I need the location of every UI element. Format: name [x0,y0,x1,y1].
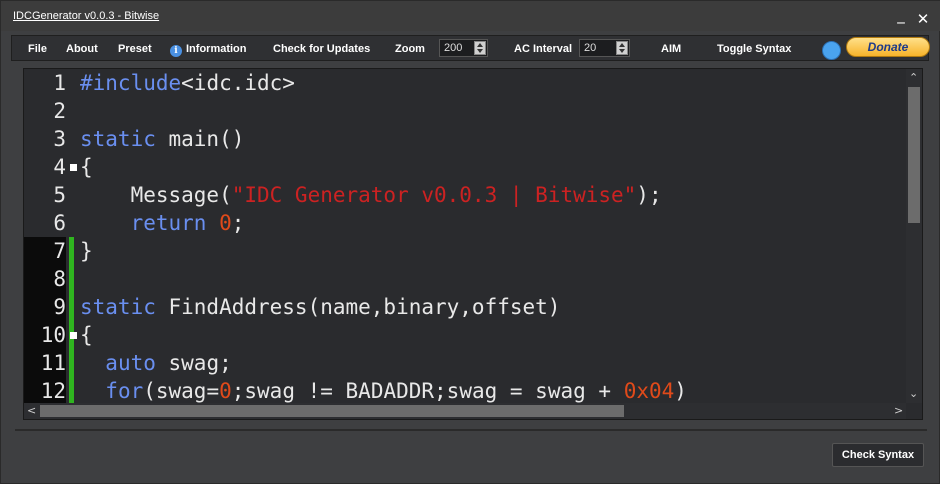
change-marker [69,293,74,321]
app-window: IDCGenerator v0.0.3 - Bitwise _ ✕ File A… [0,0,940,484]
line-number: 9 [24,293,66,321]
menu-check-updates[interactable]: Check for Updates [273,43,370,55]
code-token: Message( [80,183,232,207]
code-token: ; [231,211,245,235]
ac-down-arrow-icon[interactable] [619,49,625,53]
change-marker [69,377,74,405]
change-marker [69,265,74,293]
zoom-stepper[interactable]: 200 [439,39,488,57]
menu-preset[interactable]: Preset [118,43,152,55]
code-token: "IDC Generator v0.0.3 | Bitwise" [231,183,637,207]
line-number: 12 [24,377,66,405]
code-token: 0 [219,379,232,403]
line-number: 2 [53,99,66,123]
code-token: auto [105,351,156,375]
zoom-value[interactable]: 200 [444,42,462,54]
code-token: <idc.idc> [181,71,295,95]
code-line[interactable]: { [80,153,93,181]
code-line[interactable]: return 0; [80,209,245,237]
horizontal-scroll-thumb[interactable] [40,405,624,417]
change-marker [69,349,74,377]
code-editor[interactable]: 1 2 3 4 5 6 7 8 9 10 11 12 #include<idc.… [23,68,923,420]
code-token: return [130,211,207,235]
line-number: 6 [53,211,66,235]
menu-file[interactable]: File [28,43,47,55]
code-token: #include [80,71,182,95]
scroll-left-icon[interactable]: < [27,404,36,417]
code-line[interactable]: { [80,321,93,349]
menu-information-label: Information [186,43,247,55]
check-syntax-button[interactable]: Check Syntax [832,443,924,467]
scroll-right-icon[interactable]: > [894,404,903,417]
line-number: 1 [53,71,66,95]
info-icon: i [170,45,182,57]
zoom-up-arrow-icon[interactable] [477,43,483,47]
vertical-scroll-thumb[interactable] [908,87,920,223]
toggle-syntax-label[interactable]: Toggle Syntax [717,43,791,55]
vertical-scrollbar[interactable]: ⌃ ⌄ [906,69,922,405]
code-line[interactable]: Message("IDC Generator v0.0.3 | Bitwise"… [80,181,662,209]
code-token: for [105,379,144,403]
minimize-button[interactable]: _ [893,7,909,23]
code-token: } [80,239,93,263]
ac-interval-label: AC Interval [514,43,573,55]
line-number: 3 [53,127,66,151]
line-number: 10 [24,321,66,349]
menu-aim[interactable]: AIM [661,43,681,55]
fold-marker-icon[interactable] [70,332,77,339]
code-line[interactable]: static FindAddress(name,binary,offset) [80,293,560,321]
title-bar: IDCGenerator v0.0.3 - Bitwise _ ✕ [1,1,940,31]
code-line[interactable]: } [80,237,93,265]
zoom-label: Zoom [395,43,425,55]
ac-up-arrow-icon[interactable] [619,43,625,47]
change-marker [69,237,74,265]
ac-interval-value[interactable]: 20 [584,42,596,54]
menu-bar: File About Preset i Information Check for… [11,35,930,61]
line-number: 11 [24,349,66,377]
code-line[interactable]: auto swag; [80,349,232,377]
code-token: (swag= [143,379,220,403]
code-line[interactable]: for(swag=0;swag != BADADDR;swag = swag +… [80,377,687,405]
line-number: 7 [24,237,66,265]
code-token: ;swag != BADADDR;swag = swag + [231,379,624,403]
code-line[interactable]: static main() [80,125,244,153]
line-number: 4 [53,155,66,179]
code-token: { [80,323,93,347]
code-token: static [80,127,156,151]
scroll-corner [906,403,922,419]
menu-information[interactable]: i Information [170,43,247,57]
ac-interval-stepper[interactable]: 20 [579,39,630,57]
code-line[interactable]: #include<idc.idc> [80,69,295,97]
line-number-gutter: 1 2 3 4 5 6 7 8 9 10 11 12 [24,69,77,405]
code-token: 0 [219,211,232,235]
close-button[interactable]: ✕ [915,11,931,27]
donate-button[interactable]: Donate [846,37,930,57]
code-token: swag; [155,351,232,375]
line-number: 8 [24,265,66,293]
fold-marker-icon[interactable] [70,164,77,171]
code-text[interactable]: #include<idc.idc> static main(){ Message(… [80,69,910,405]
code-token: ) [674,379,687,403]
ac-interval-spin-arrows[interactable] [616,41,628,55]
code-token: main() [155,127,245,151]
line-number: 5 [53,183,66,207]
horizontal-scrollbar[interactable]: < > [24,403,908,419]
window-title: IDCGenerator v0.0.3 - Bitwise [13,10,160,22]
code-token: FindAddress(name,binary,offset) [155,295,561,319]
divider [15,429,927,431]
zoom-spin-arrows[interactable] [474,41,486,55]
zoom-down-arrow-icon[interactable] [477,49,483,53]
menu-about[interactable]: About [66,43,98,55]
scroll-down-icon[interactable]: ⌄ [909,387,918,400]
scroll-up-icon[interactable]: ⌃ [909,71,918,84]
code-token: { [80,155,93,179]
code-token: 0x04 [623,379,675,403]
toggle-syntax-switch[interactable] [822,41,841,60]
code-token: static [80,295,156,319]
code-token: ); [636,183,662,207]
